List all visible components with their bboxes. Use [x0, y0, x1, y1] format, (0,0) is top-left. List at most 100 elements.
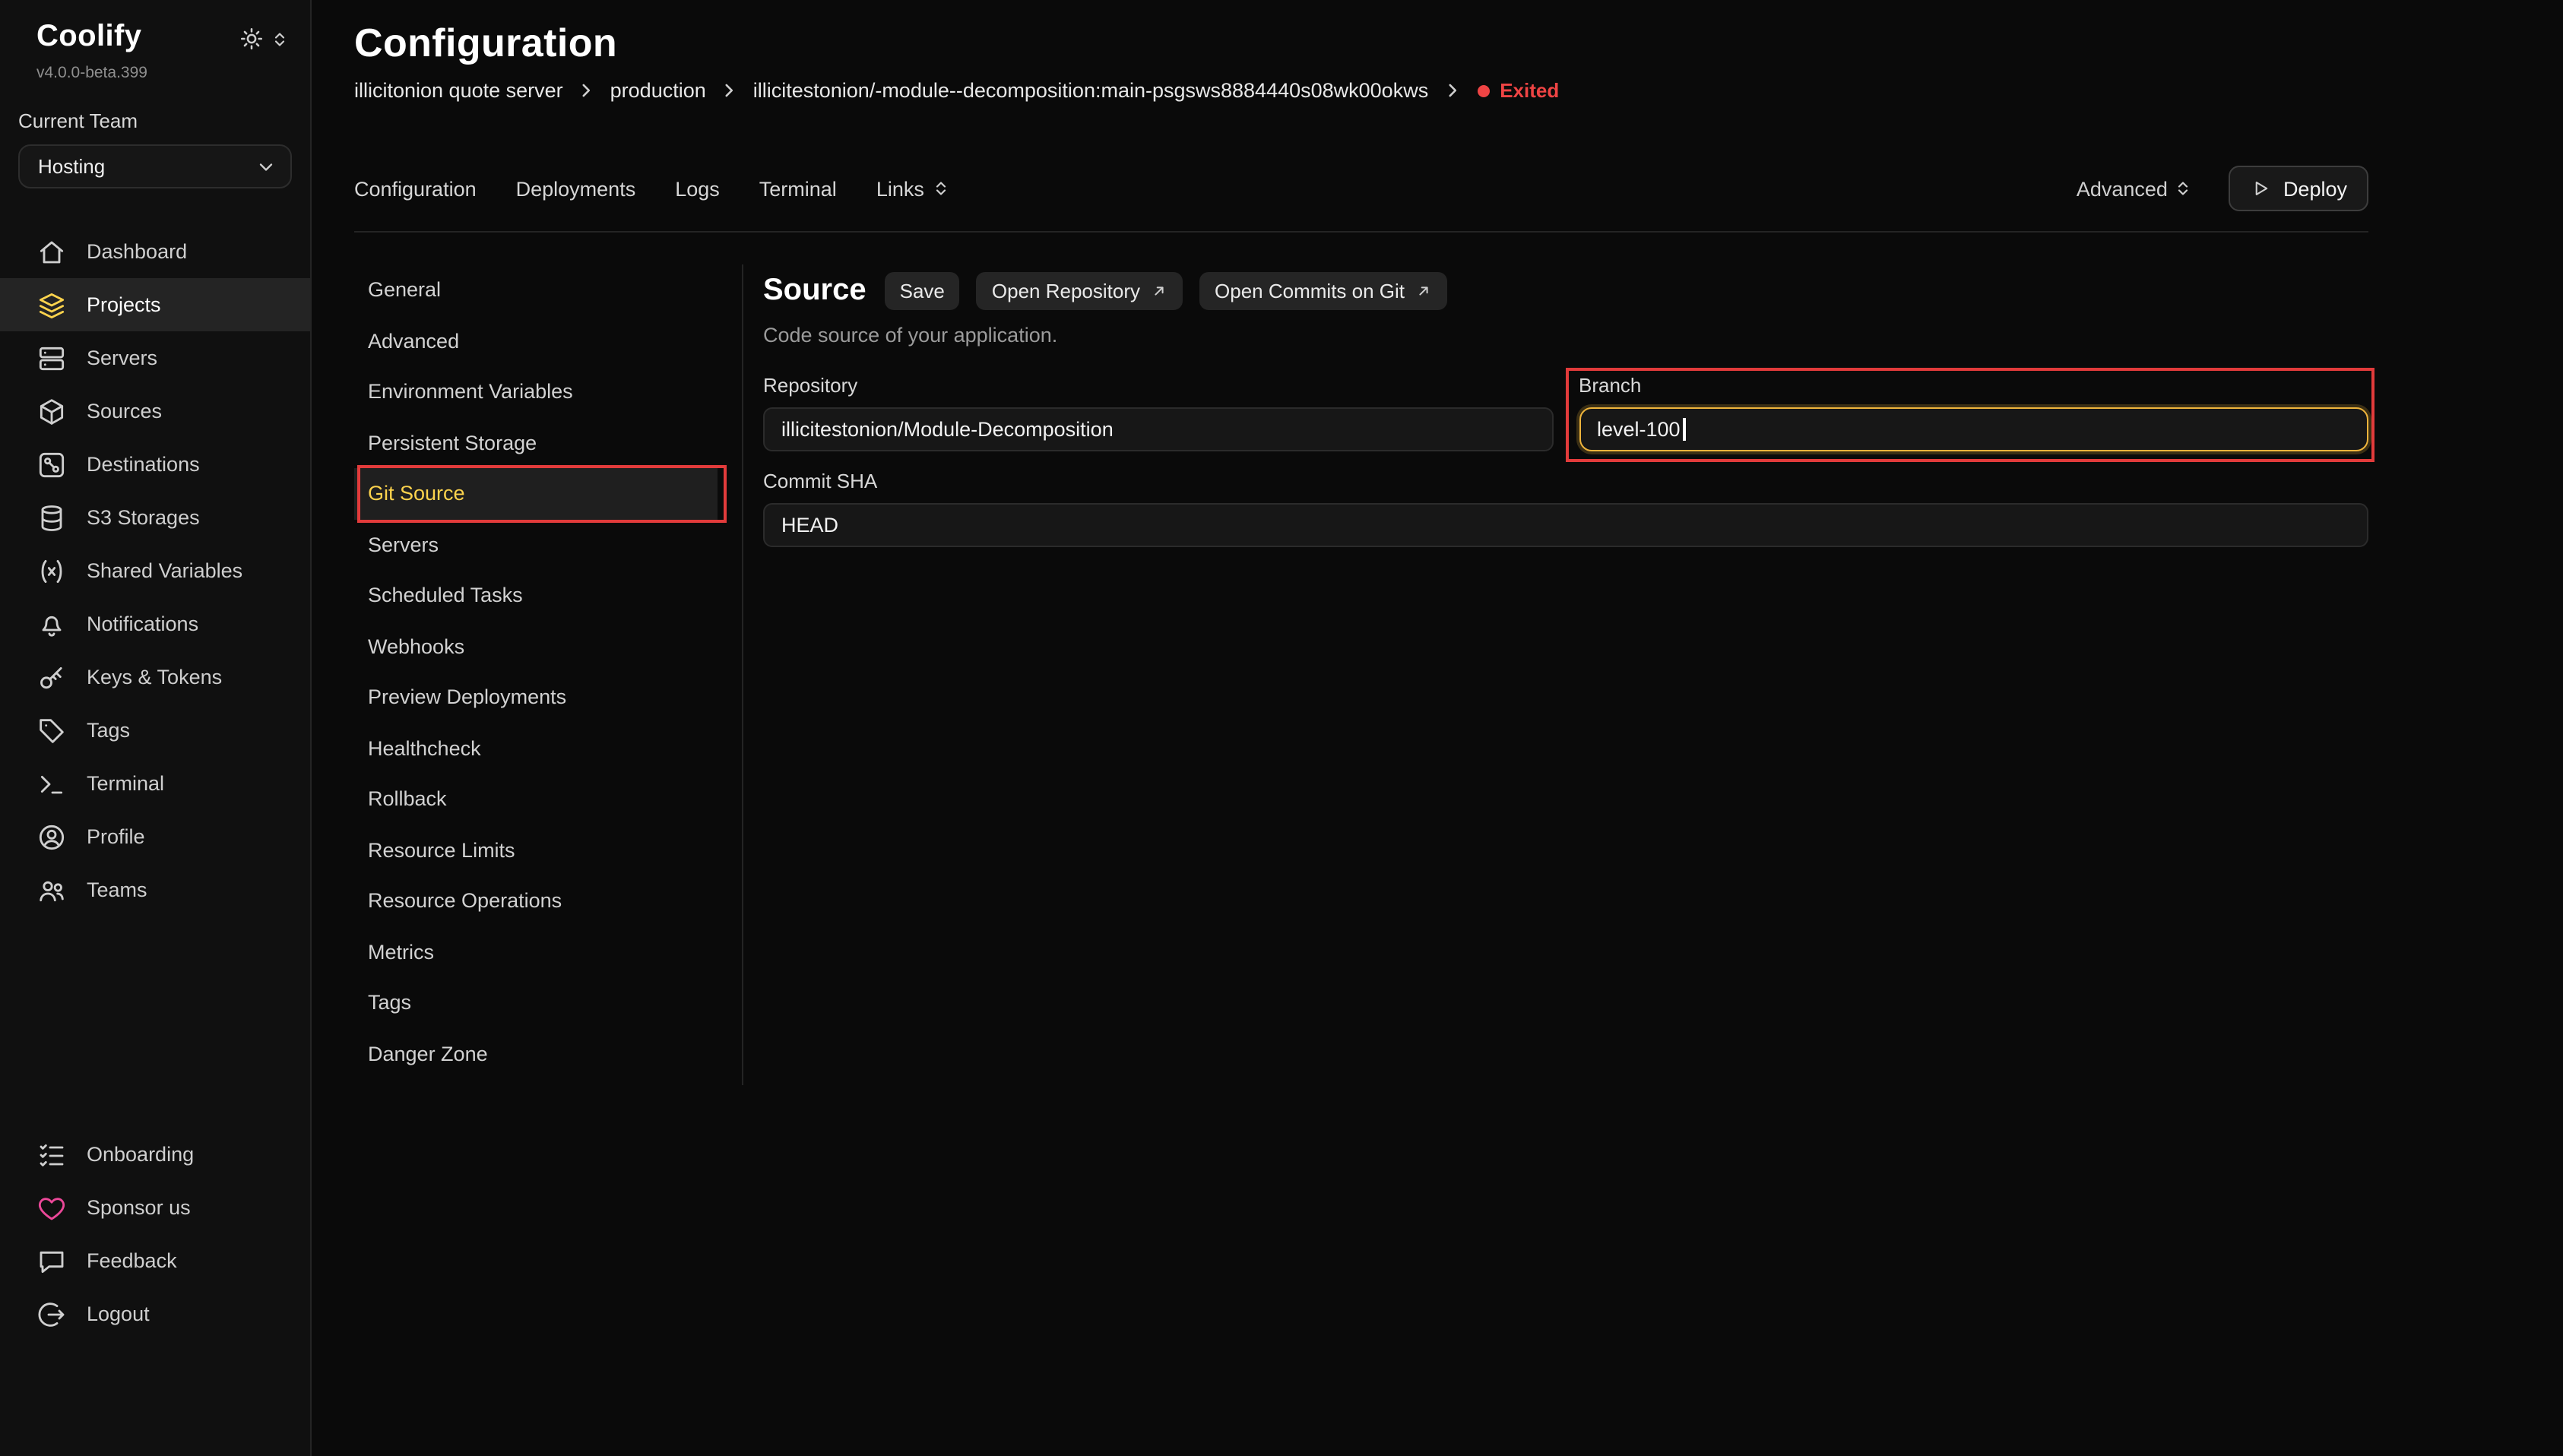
sidebar-item-keys-tokens[interactable]: Keys & Tokens: [0, 650, 310, 704]
database-icon: [36, 502, 67, 533]
sidebar-item-label: Terminal: [87, 772, 164, 795]
subnav-item-general[interactable]: General: [354, 264, 718, 315]
sidebar-item-label: Projects: [87, 293, 161, 316]
heart-icon: [36, 1192, 67, 1223]
sidebar-item-label: Onboarding: [87, 1143, 194, 1166]
terminal-icon: [36, 768, 67, 799]
subnav-item-persistent-storage[interactable]: Persistent Storage: [354, 417, 718, 468]
updown-chevrons-icon: [2174, 179, 2192, 198]
panel-header: Source Save Open Repository Open Commits…: [763, 272, 2368, 310]
commit-sha-input[interactable]: [763, 503, 2368, 547]
sidebar-item-feedback[interactable]: Feedback: [0, 1234, 310, 1287]
branch-field: Branch level-100: [1579, 374, 2368, 451]
checklist-icon: [36, 1139, 67, 1170]
branch-value: level-100: [1597, 418, 1681, 441]
repository-label: Repository: [763, 374, 1553, 397]
chevron-right-icon: [720, 81, 740, 100]
arrow-up-right-icon: [1151, 283, 1167, 299]
sidebar-item-terminal[interactable]: Terminal: [0, 757, 310, 810]
deploy-button[interactable]: Deploy: [2229, 166, 2368, 211]
breadcrumb-resource[interactable]: illicitestonion/-module--decomposition:m…: [753, 79, 1428, 102]
sidebar-item-label: Shared Variables: [87, 559, 242, 582]
tab-links[interactable]: Links: [876, 177, 950, 200]
brand-row: Coolify: [0, 0, 310, 55]
network-icon: [36, 449, 67, 480]
app-version: v4.0.0-beta.399: [0, 55, 310, 82]
status-badge: Exited: [1477, 79, 1559, 102]
sidebar-item-teams[interactable]: Teams: [0, 863, 310, 916]
chevron-right-icon: [1442, 81, 1462, 100]
breadcrumb: illicitonion quote server production ill…: [354, 79, 2368, 102]
chat-icon: [36, 1246, 67, 1276]
subnav-item-preview-deployments[interactable]: Preview Deployments: [354, 672, 718, 723]
subnav-item-advanced[interactable]: Advanced: [354, 315, 718, 366]
git-source-panel: Source Save Open Repository Open Commits…: [743, 264, 2368, 547]
sidebar-item-sponsor-us[interactable]: Sponsor us: [0, 1181, 310, 1234]
users-icon: [36, 875, 67, 905]
subnav-item-resource-limits[interactable]: Resource Limits: [354, 825, 718, 875]
sidebar-item-dashboard[interactable]: Dashboard: [0, 225, 310, 278]
breadcrumb-project[interactable]: illicitonion quote server: [354, 79, 563, 102]
server-icon: [36, 343, 67, 373]
open-repository-button[interactable]: Open Repository: [977, 272, 1183, 310]
tab-logs[interactable]: Logs: [675, 177, 720, 200]
team-select[interactable]: Hosting: [18, 144, 292, 188]
sidebar-item-label: Keys & Tokens: [87, 666, 222, 688]
repository-input[interactable]: [763, 407, 1553, 451]
chevron-right-icon: [577, 81, 597, 100]
sidebar-item-onboarding[interactable]: Onboarding: [0, 1128, 310, 1181]
brand-logo: Coolify: [36, 20, 141, 55]
updown-chevrons-icon[interactable]: [271, 30, 289, 48]
advanced-selector[interactable]: Advanced: [2077, 177, 2192, 200]
theme-switcher[interactable]: [239, 26, 289, 52]
tab-deployments[interactable]: Deployments: [516, 177, 636, 200]
sidebar-item-notifications[interactable]: Notifications: [0, 597, 310, 650]
subnav-item-tags[interactable]: Tags: [354, 977, 718, 1028]
subnav-item-servers[interactable]: Servers: [354, 519, 718, 570]
open-commits-button[interactable]: Open Commits on Git: [1199, 272, 1447, 310]
cube-icon: [36, 396, 67, 426]
text-caret: [1684, 418, 1686, 441]
config-subnav: General Advanced Environment Variables P…: [354, 264, 743, 1085]
subnav-item-healthcheck[interactable]: Healthcheck: [354, 723, 718, 774]
sidebar-item-label: Notifications: [87, 612, 198, 635]
panel-title: Source: [763, 274, 866, 309]
tabs-row: Configuration Deployments Logs Terminal …: [354, 166, 2368, 233]
source-form-row-2: Commit SHA: [763, 470, 2368, 547]
sidebar-item-shared-variables[interactable]: Shared Variables: [0, 544, 310, 597]
sidebar-item-label: Dashboard: [87, 240, 187, 263]
sidebar-item-label: Profile: [87, 825, 145, 848]
subnav-item-environment-variables[interactable]: Environment Variables: [354, 366, 718, 417]
sidebar-item-label: Teams: [87, 878, 147, 901]
sidebar-item-label: S3 Storages: [87, 506, 200, 529]
subnav-item-webhooks[interactable]: Webhooks: [354, 621, 718, 672]
sidebar-item-servers[interactable]: Servers: [0, 331, 310, 385]
save-button[interactable]: Save: [885, 272, 960, 310]
page-title: Configuration: [354, 20, 2368, 67]
coolify-app: Coolify v4.0.0-beta.399 Current Team Hos…: [0, 0, 2563, 1456]
subnav-item-danger-zone[interactable]: Danger Zone: [354, 1028, 718, 1079]
sidebar-item-profile[interactable]: Profile: [0, 810, 310, 863]
sidebar-item-label: Logout: [87, 1302, 150, 1325]
sidebar-item-sources[interactable]: Sources: [0, 385, 310, 438]
tab-terminal[interactable]: Terminal: [759, 177, 837, 200]
subnav-item-resource-operations[interactable]: Resource Operations: [354, 875, 718, 926]
subnav-item-metrics[interactable]: Metrics: [354, 926, 718, 977]
repository-field: Repository: [763, 374, 1553, 451]
subnav-item-git-source[interactable]: Git Source: [354, 468, 718, 519]
sun-icon[interactable]: [239, 26, 265, 52]
play-icon: [2250, 178, 2271, 199]
sidebar-item-destinations[interactable]: Destinations: [0, 438, 310, 491]
breadcrumb-environment[interactable]: production: [610, 79, 706, 102]
subnav-item-rollback[interactable]: Rollback: [354, 774, 718, 825]
sidebar: Coolify v4.0.0-beta.399 Current Team Hos…: [0, 0, 312, 1456]
tab-configuration[interactable]: Configuration: [354, 177, 477, 200]
sidebar-item-label: Feedback: [87, 1249, 177, 1272]
sidebar-item-label: Sources: [87, 400, 162, 423]
subnav-item-scheduled-tasks[interactable]: Scheduled Tasks: [354, 570, 718, 621]
sidebar-item-logout[interactable]: Logout: [0, 1287, 310, 1340]
branch-input[interactable]: level-100: [1579, 407, 2368, 451]
sidebar-item-projects[interactable]: Projects: [0, 278, 310, 331]
sidebar-item-s3-storages[interactable]: S3 Storages: [0, 491, 310, 544]
sidebar-item-tags[interactable]: Tags: [0, 704, 310, 757]
